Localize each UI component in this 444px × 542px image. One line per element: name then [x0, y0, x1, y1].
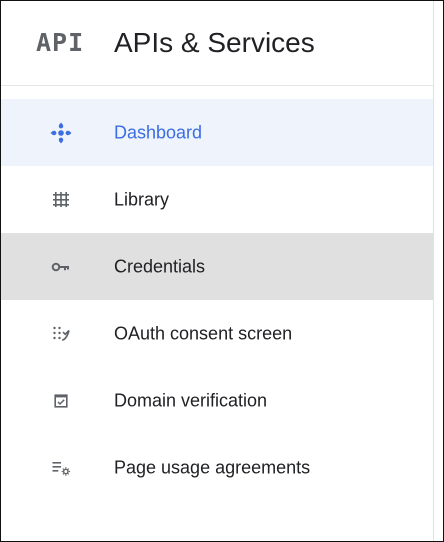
dashboard-icon: [49, 121, 73, 145]
sidebar-item-page-usage-agreements[interactable]: Page usage agreements: [1, 434, 433, 501]
library-icon: [49, 188, 73, 212]
sidebar-divider: [433, 1, 434, 541]
sidebar-item-label: Page usage agreements: [114, 457, 311, 477]
api-logo: API: [36, 28, 85, 57]
page-usage-agreements-icon: [49, 456, 73, 480]
sidebar-title[interactable]: APIs & Services: [114, 26, 315, 60]
sidebar-item-credentials[interactable]: Credentials: [1, 233, 433, 300]
sidebar: API APIs & Services Dashboard Library Cr…: [1, 1, 433, 541]
sidebar-item-domain-verification[interactable]: Domain verification: [1, 367, 433, 434]
sidebar-item-oauth-consent-screen[interactable]: OAuth consent screen: [1, 300, 433, 367]
domain-verification-icon: [49, 389, 73, 413]
sidebar-item-dashboard[interactable]: Dashboard: [1, 99, 433, 166]
sidebar-item-label: Dashboard: [114, 122, 203, 142]
key-icon: [49, 255, 73, 279]
sidebar-item-label: Library: [114, 189, 170, 209]
sidebar-header: API APIs & Services: [1, 1, 433, 86]
sidebar-item-label: Credentials: [114, 256, 206, 276]
sidebar-item-label: OAuth consent screen: [114, 323, 293, 343]
sidebar-nav: Dashboard Library Credentials OAuth cons…: [1, 99, 433, 501]
sidebar-item-label: Domain verification: [114, 390, 268, 410]
oauth-consent-icon: [49, 322, 73, 346]
app-window: API APIs & Services Dashboard Library Cr…: [0, 0, 444, 542]
sidebar-item-library[interactable]: Library: [1, 166, 433, 233]
